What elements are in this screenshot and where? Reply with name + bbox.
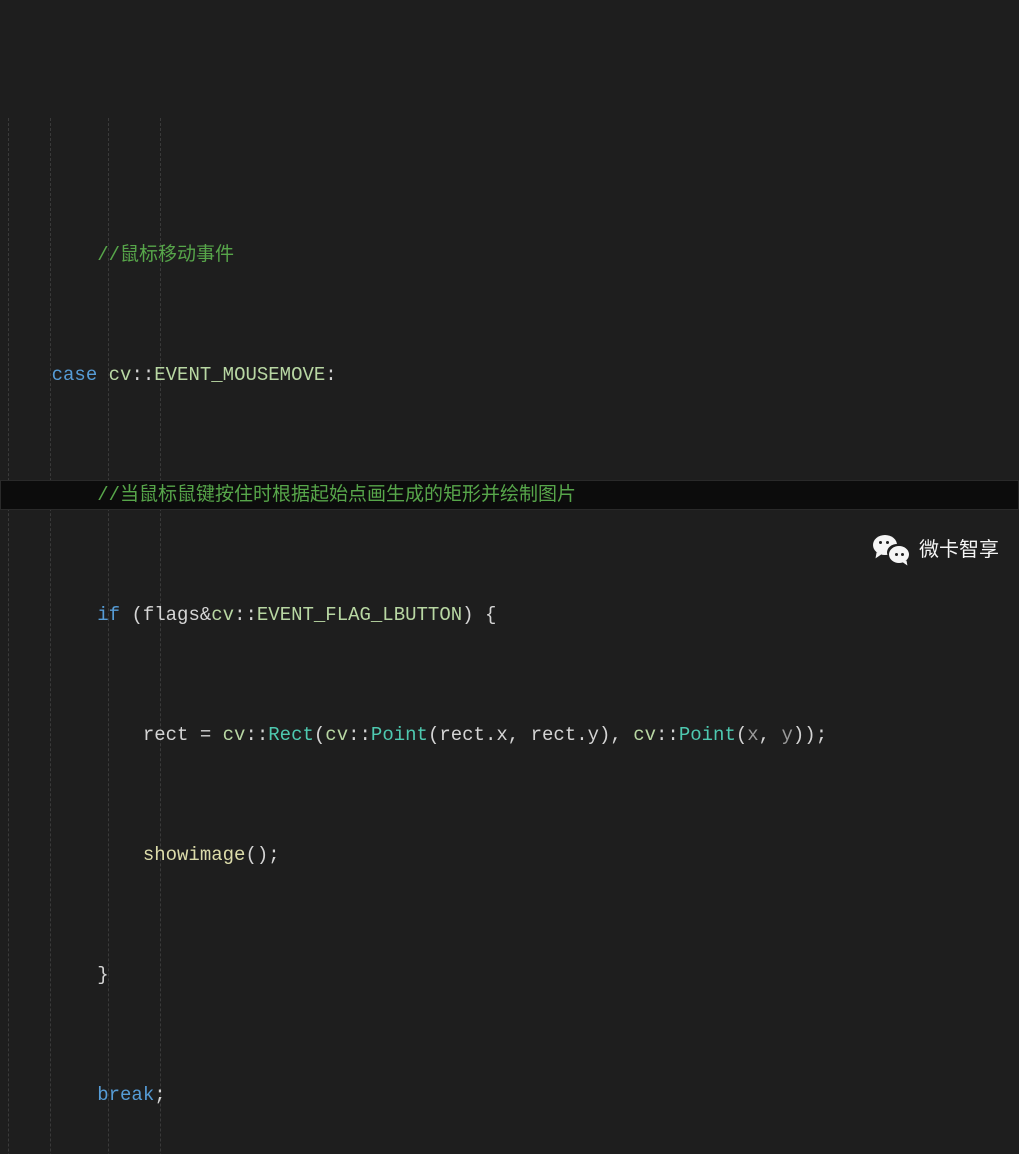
semicolon: ;	[154, 1084, 165, 1106]
comment: //鼠标移动事件	[97, 244, 234, 266]
code-line-highlighted[interactable]: //当鼠标鼠键按住时根据起始点画生成的矩形并绘制图片	[0, 480, 1019, 510]
op: &	[200, 604, 211, 626]
brace: {	[485, 604, 496, 626]
paren: ()	[245, 844, 268, 866]
keyword: case	[52, 364, 98, 386]
function-call: showimage	[143, 844, 246, 866]
code-line[interactable]: case cv::EVENT_MOUSEMOVE:	[0, 360, 1019, 390]
scope-op: ::	[234, 604, 257, 626]
scope-op: ::	[131, 364, 154, 386]
scope-op: ::	[245, 724, 268, 746]
namespace: cv	[633, 724, 656, 746]
param: x	[747, 724, 758, 746]
namespace: cv	[325, 724, 348, 746]
paren: (	[131, 604, 142, 626]
paren: (	[736, 724, 747, 746]
namespace: cv	[223, 724, 246, 746]
type: Rect	[268, 724, 314, 746]
keyword: if	[97, 604, 120, 626]
param: y	[781, 724, 792, 746]
code-line[interactable]: break;	[0, 1080, 1019, 1110]
code-line[interactable]: //鼠标移动事件	[0, 240, 1019, 270]
type: Point	[679, 724, 736, 746]
colon: :	[325, 364, 336, 386]
type: Point	[371, 724, 428, 746]
semicolon: ;	[268, 844, 279, 866]
comma: ,	[508, 724, 531, 746]
identifier: rect	[531, 724, 577, 746]
identifier: rect	[143, 724, 189, 746]
constant: EVENT_FLAG_LBUTTON	[257, 604, 462, 626]
brace: }	[97, 964, 108, 986]
op: =	[188, 724, 222, 746]
namespace: cv	[109, 364, 132, 386]
dot: .	[485, 724, 496, 746]
paren: )	[462, 604, 473, 626]
paren: (	[428, 724, 439, 746]
semicolon: ;	[816, 724, 827, 746]
constant: EVENT_MOUSEMOVE	[154, 364, 325, 386]
paren: (	[314, 724, 325, 746]
identifier: rect	[439, 724, 485, 746]
code-line[interactable]: if (flags&cv::EVENT_FLAG_LBUTTON) {	[0, 600, 1019, 630]
dot: .	[576, 724, 587, 746]
namespace: cv	[211, 604, 234, 626]
member: y	[588, 724, 599, 746]
code-line[interactable]: }	[0, 960, 1019, 990]
scope-op: ::	[656, 724, 679, 746]
comma: ,	[610, 724, 633, 746]
comma: ,	[759, 724, 782, 746]
identifier: flags	[143, 604, 200, 626]
code-editor[interactable]: //鼠标移动事件 case cv::EVENT_MOUSEMOVE: //当鼠标…	[0, 120, 1019, 1154]
member: x	[496, 724, 507, 746]
paren: ))	[793, 724, 816, 746]
scope-op: ::	[348, 724, 371, 746]
paren: )	[599, 724, 610, 746]
code-line[interactable]: rect = cv::Rect(cv::Point(rect.x, rect.y…	[0, 720, 1019, 750]
code-line[interactable]: showimage();	[0, 840, 1019, 870]
comment: //当鼠标鼠键按住时根据起始点画生成的矩形并绘制图片	[97, 484, 576, 506]
keyword: break	[97, 1084, 154, 1106]
indent-guides	[0, 120, 46, 1154]
